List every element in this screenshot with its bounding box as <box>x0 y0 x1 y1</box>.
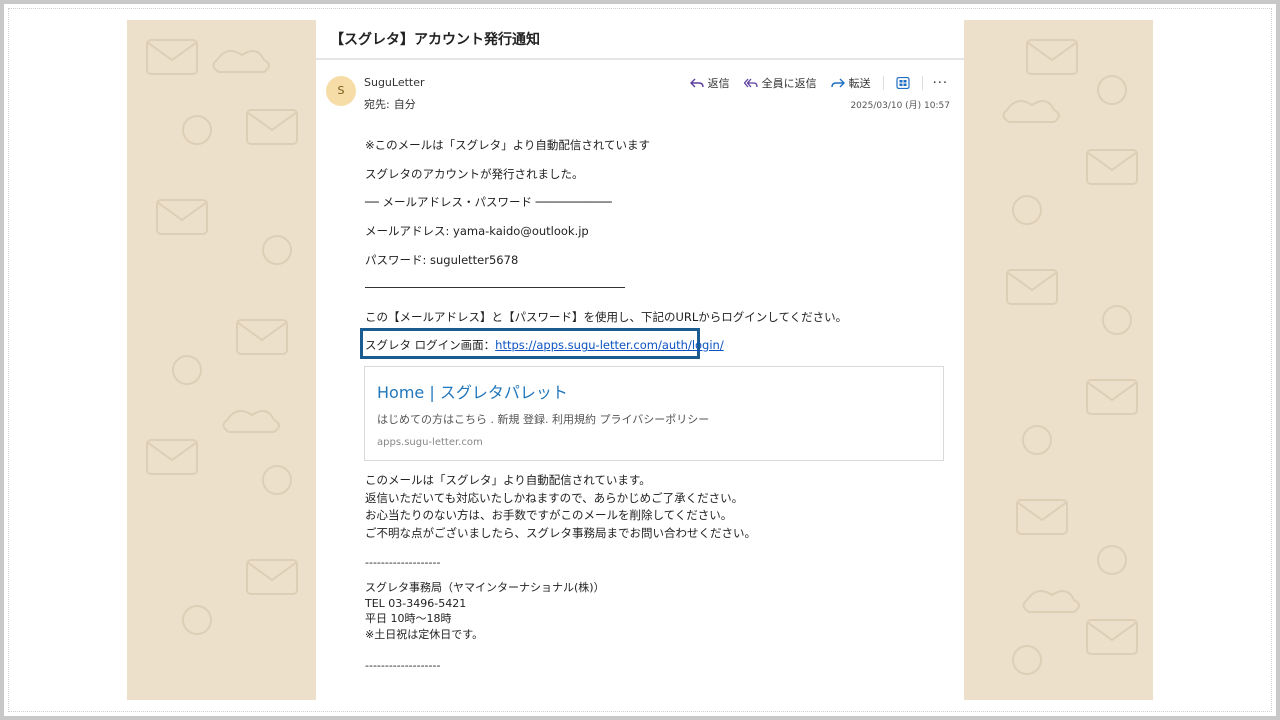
sender-name[interactable]: SuguLetter <box>364 76 425 89</box>
action-separator <box>882 76 884 90</box>
login-label: スグレタ ログイン画面： <box>365 338 496 352</box>
email-date: 2025/03/10 (月) 10:57 <box>850 101 950 111</box>
link-preview-card[interactable]: Home | スグレタパレット はじめての方はこちら . 新規 登録. 利用規約… <box>364 366 944 461</box>
reply-all-icon <box>743 78 758 88</box>
forward-button[interactable]: 転送 <box>827 74 875 92</box>
recipient-label: 宛先: <box>364 98 390 111</box>
forward-icon <box>830 78 845 88</box>
body-line-email-address: メールアドレス: yama-kaido@outlook.jp <box>365 224 589 238</box>
recipient-line: 宛先: 自分 <box>364 96 420 112</box>
recipient-name[interactable]: 自分 <box>394 98 416 111</box>
notice-line: お心当たりのない方は、お手数ですがこのメールを削除してください。 <box>365 508 733 522</box>
email-header: S SuguLetter 宛先: 自分 返信 全員に返信 転送 ··· 2025… <box>316 66 964 116</box>
signature-block: スグレタ事務局（ヤマインターナショナル(株)） TEL 03-3496-5421… <box>365 580 605 642</box>
login-line: スグレタ ログイン画面：https://apps.sugu-letter.com… <box>365 337 724 353</box>
reply-all-label: 全員に返信 <box>761 77 817 90</box>
notice-line: ご不明な点がございましたら、スグレタ事務局までお問い合わせください。 <box>365 525 756 540</box>
signature-org: スグレタ事務局（ヤマインターナショナル(株)） <box>365 581 605 594</box>
credentials-divider <box>365 287 625 288</box>
notice-line: このメールは「スグレタ」より自動配信されています。 <box>365 473 651 487</box>
signature-dashes-top: ------------------- <box>365 556 441 569</box>
reply-label: 返信 <box>707 77 730 90</box>
notice-block: このメールは「スグレタ」より自動配信されています。 返信いただいても対応いたしか… <box>365 472 756 542</box>
sender-avatar[interactable]: S <box>326 76 356 106</box>
immersive-reader-button[interactable] <box>892 76 914 90</box>
reply-all-button[interactable]: 全員に返信 <box>740 74 821 92</box>
preview-title[interactable]: Home | スグレタパレット <box>377 379 568 403</box>
body-line-password: パスワード: suguletter5678 <box>365 253 519 267</box>
preview-domain: apps.sugu-letter.com <box>377 437 483 448</box>
signature-holiday: ※土日祝は定休日です。 <box>365 627 484 641</box>
more-actions-button[interactable]: ··· <box>931 76 950 91</box>
signature-hours: 平日 10時～18時 <box>365 612 452 625</box>
subject-bar: 【スグレタ】アカウント発行通知 <box>316 20 964 60</box>
reply-icon <box>689 78 704 88</box>
email-subject: 【スグレタ】アカウント発行通知 <box>330 32 540 48</box>
reply-button[interactable]: 返信 <box>686 74 734 92</box>
body-line-account-issued: スグレタのアカウントが発行されました。 <box>365 167 584 181</box>
preview-description: はじめての方はこちら . 新規 登録. 利用規約 プライバシーポリシー <box>377 413 710 426</box>
body-line-auto-notice: ※このメールは「スグレタ」より自動配信されています <box>365 138 651 152</box>
body-line-credentials-heading: ── メールアドレス・パスワード ─────────── <box>365 195 612 209</box>
login-url-link[interactable]: https://apps.sugu-letter.com/auth/login/ <box>495 338 724 352</box>
action-separator <box>921 76 923 90</box>
notice-line: 返信いただいても対応いたしかねますので、あらかじめご了承ください。 <box>365 490 744 505</box>
signature-dashes-bottom: ------------------- <box>365 659 441 672</box>
email-reading-pane: 【スグレタ】アカウント発行通知 S SuguLetter 宛先: 自分 返信 全員… <box>316 20 964 700</box>
forward-label: 転送 <box>848 77 871 90</box>
grid-view-icon <box>895 77 910 89</box>
body-line-instruction: この【メールアドレス】と【パスワード】を使用し、下記のURLからログインしてくだ… <box>365 310 848 324</box>
email-actions: 返信 全員に返信 転送 ··· <box>686 74 950 92</box>
signature-tel: TEL 03-3496-5421 <box>365 596 467 610</box>
